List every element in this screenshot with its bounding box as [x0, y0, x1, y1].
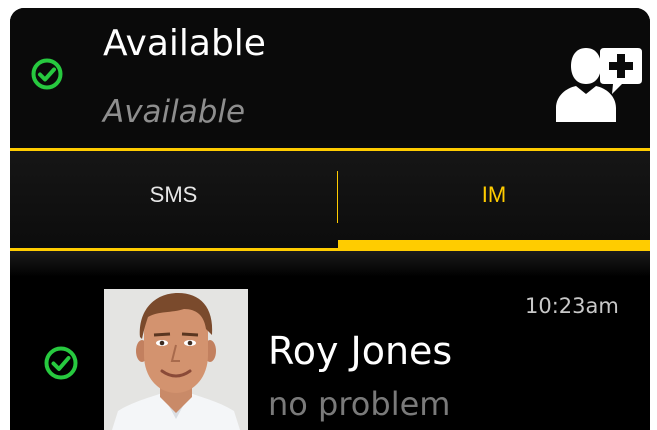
phone-screen: Available Available SMS IM Roy Jones no … — [10, 8, 650, 430]
tab-sms[interactable]: SMS — [10, 151, 337, 239]
last-message-preview: no problem — [268, 385, 451, 423]
presence-status-title: Available — [103, 23, 266, 64]
add-contact-icon[interactable] — [550, 42, 644, 122]
tabs-shadow — [10, 251, 650, 277]
check-circle-icon — [44, 346, 78, 380]
active-tab-indicator — [338, 240, 650, 248]
presence-status-message: Available — [103, 94, 246, 130]
contact-photo — [104, 289, 248, 430]
tab-bar: SMS IM — [10, 151, 650, 248]
check-circle-icon — [31, 58, 63, 90]
message-timestamp: 10:23am — [525, 294, 619, 318]
presence-header[interactable]: Available Available — [10, 8, 650, 148]
contact-name: Roy Jones — [268, 329, 453, 373]
conversation-list-item[interactable]: Roy Jones no problem 10:23am — [10, 277, 650, 430]
tab-im[interactable]: IM — [338, 151, 650, 239]
